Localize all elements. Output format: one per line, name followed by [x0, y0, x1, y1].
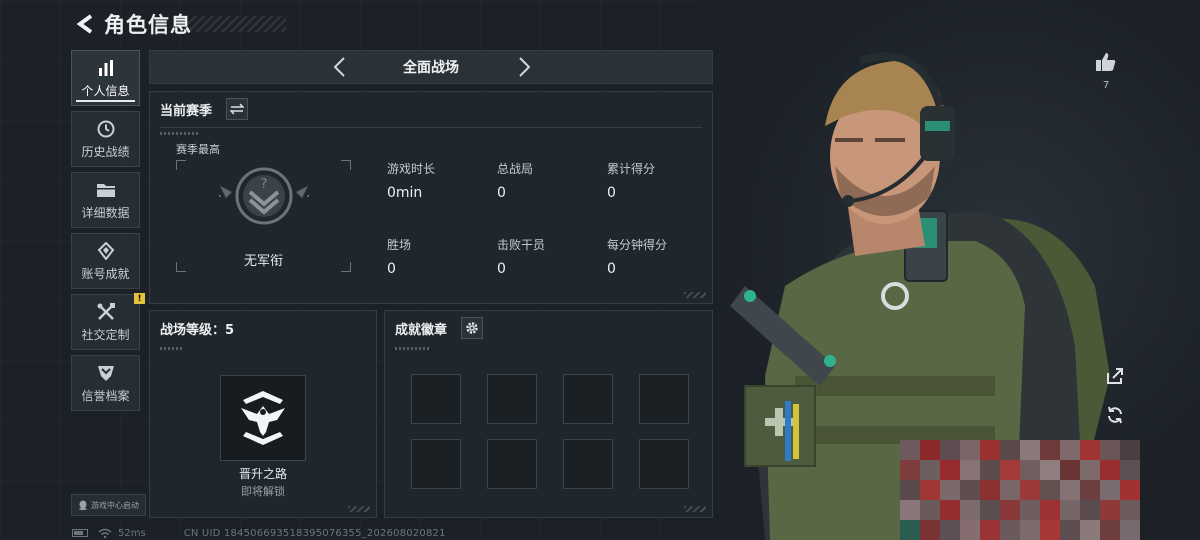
back-arrow-icon — [76, 14, 93, 34]
sidebar-item-history[interactable]: 历史战绩 — [71, 111, 140, 167]
season-title: 当前赛季 — [160, 104, 213, 119]
svg-text:?: ? — [260, 177, 267, 192]
stat-score-per-minute: 每分钟得分 0 — [607, 236, 667, 277]
mode-next-button[interactable] — [510, 52, 540, 82]
corner-decoration — [684, 292, 706, 298]
tick-decoration — [160, 347, 184, 350]
level-status: 即将解锁 — [241, 485, 285, 498]
like-count: 7 — [1102, 80, 1110, 91]
rank-name: 无军衔 — [243, 254, 283, 269]
corner-decoration — [684, 506, 706, 512]
achievement-badges-panel: 成就徽章 — [384, 310, 713, 518]
stat-label: 游戏时长 — [387, 162, 436, 176]
sidebar-item-label: 个人信息 — [81, 83, 130, 98]
share-button[interactable] — [1103, 364, 1127, 388]
chevron-right-icon — [519, 57, 531, 77]
badge-slot[interactable] — [411, 374, 461, 424]
badge-slot[interactable] — [411, 439, 461, 489]
sidebar: 个人信息 历史战绩 详细数据 账号成就 社交定制 ! 信誉档案 — [71, 50, 145, 416]
shield-icon — [97, 363, 115, 383]
badge-slot[interactable] — [563, 439, 613, 489]
eagle-emblem-icon — [241, 391, 285, 445]
season-high-label: 赛季最高 — [176, 143, 220, 156]
stat-label: 总战局 — [497, 162, 534, 176]
level-title: 战场等级：5 — [160, 323, 235, 338]
thumbs-up-icon — [1096, 53, 1116, 71]
badge-slot[interactable] — [487, 374, 537, 424]
sidebar-item-label: 社交定制 — [81, 327, 130, 342]
stat-value: 0 — [497, 261, 506, 277]
game-center-launch-button[interactable]: 游戏中心启动 — [71, 494, 146, 516]
mode-prev-button[interactable] — [324, 52, 354, 82]
mode-selector: 全面战场 — [149, 50, 713, 84]
badge-slot[interactable] — [639, 374, 689, 424]
tools-icon — [96, 302, 116, 322]
stat-wins: 胜场 0 — [387, 236, 411, 277]
sidebar-item-social[interactable]: 社交定制 ! — [71, 293, 145, 350]
back-button[interactable] — [72, 11, 98, 37]
stat-label: 胜场 — [387, 238, 412, 252]
badge-slot[interactable] — [563, 374, 613, 424]
stat-label: 击败干员 — [497, 238, 546, 252]
tick-decoration — [395, 347, 429, 350]
clock-icon — [97, 119, 115, 139]
panel-divider — [160, 127, 702, 128]
page-header: 角色信息 — [72, 10, 192, 38]
badge-slot[interactable] — [487, 439, 537, 489]
achievements-settings-button[interactable] — [461, 317, 483, 339]
achievements-title: 成就徽章 — [395, 323, 448, 338]
stat-total-score: 累计得分 0 — [607, 160, 655, 201]
battery-icon — [72, 529, 88, 537]
season-switch-button[interactable] — [226, 98, 248, 120]
sidebar-item-label: 信誉档案 — [81, 388, 130, 403]
battlefield-level-panel: 战场等级：5 晋升之路 即将解锁 — [149, 310, 377, 518]
stat-play-time: 游戏时长 0min — [387, 160, 435, 201]
rank-frame: ? 无军衔 — [176, 160, 351, 272]
stat-label: 每分钟得分 — [607, 238, 668, 252]
wifi-icon — [98, 528, 112, 538]
gear-icon — [466, 322, 478, 334]
stat-label: 累计得分 — [607, 162, 656, 176]
sidebar-item-detail-data[interactable]: 详细数据 — [71, 172, 140, 228]
refresh-icon — [1108, 406, 1122, 424]
obscured-region — [900, 440, 1140, 540]
sidebar-item-label: 历史战绩 — [81, 144, 130, 159]
folder-icon — [96, 180, 116, 200]
stat-value: 0 — [387, 261, 396, 277]
level-badge[interactable] — [220, 375, 306, 461]
status-bar: 52ms CN UID 18450669351839507635​5_20260… — [72, 526, 446, 540]
rank-emblem-icon: ? — [218, 167, 309, 225]
share-icon — [1107, 368, 1123, 384]
achievement-icon — [97, 241, 115, 261]
qq-icon — [79, 500, 87, 510]
refresh-button[interactable] — [1103, 403, 1127, 427]
uid-text: CN UID 18450669351839507635​5_2026080208… — [183, 527, 446, 539]
sidebar-item-label: 账号成就 — [81, 266, 130, 281]
game-center-label: 游戏中心启动 — [91, 500, 139, 510]
page-title: 角色信息 — [104, 13, 192, 37]
sidebar-item-label: 详细数据 — [81, 205, 130, 220]
title-decoration — [186, 16, 286, 32]
swap-icon — [230, 103, 244, 115]
tick-decoration — [160, 132, 200, 135]
corner-decoration — [348, 506, 370, 512]
notification-badge: ! — [134, 293, 145, 304]
current-season-panel: 当前赛季 赛季最高 ? 无军衔 游戏时长 0min 总战局 0 累计得分 0 胜… — [149, 91, 713, 304]
stat-value: 0 — [497, 185, 506, 201]
sidebar-item-personal-info[interactable]: 个人信息 — [71, 50, 140, 106]
stat-value: 0 — [607, 261, 616, 277]
sidebar-item-reputation[interactable]: 信誉档案 — [71, 355, 140, 411]
stat-value: 0min — [387, 185, 423, 201]
stat-total-matches: 总战局 0 — [497, 160, 533, 201]
level-name: 晋升之路 — [238, 467, 287, 481]
badge-slot[interactable] — [639, 439, 689, 489]
sidebar-item-achievements[interactable]: 账号成就 — [71, 233, 140, 289]
chevron-left-icon — [333, 57, 345, 77]
ping-value: 52ms — [118, 527, 146, 539]
stat-kills: 击败干员 0 — [497, 236, 545, 277]
mode-title: 全面战场 — [403, 60, 459, 76]
stat-value: 0 — [607, 185, 616, 201]
bar-chart-icon — [97, 58, 115, 78]
like-button[interactable] — [1092, 50, 1120, 74]
